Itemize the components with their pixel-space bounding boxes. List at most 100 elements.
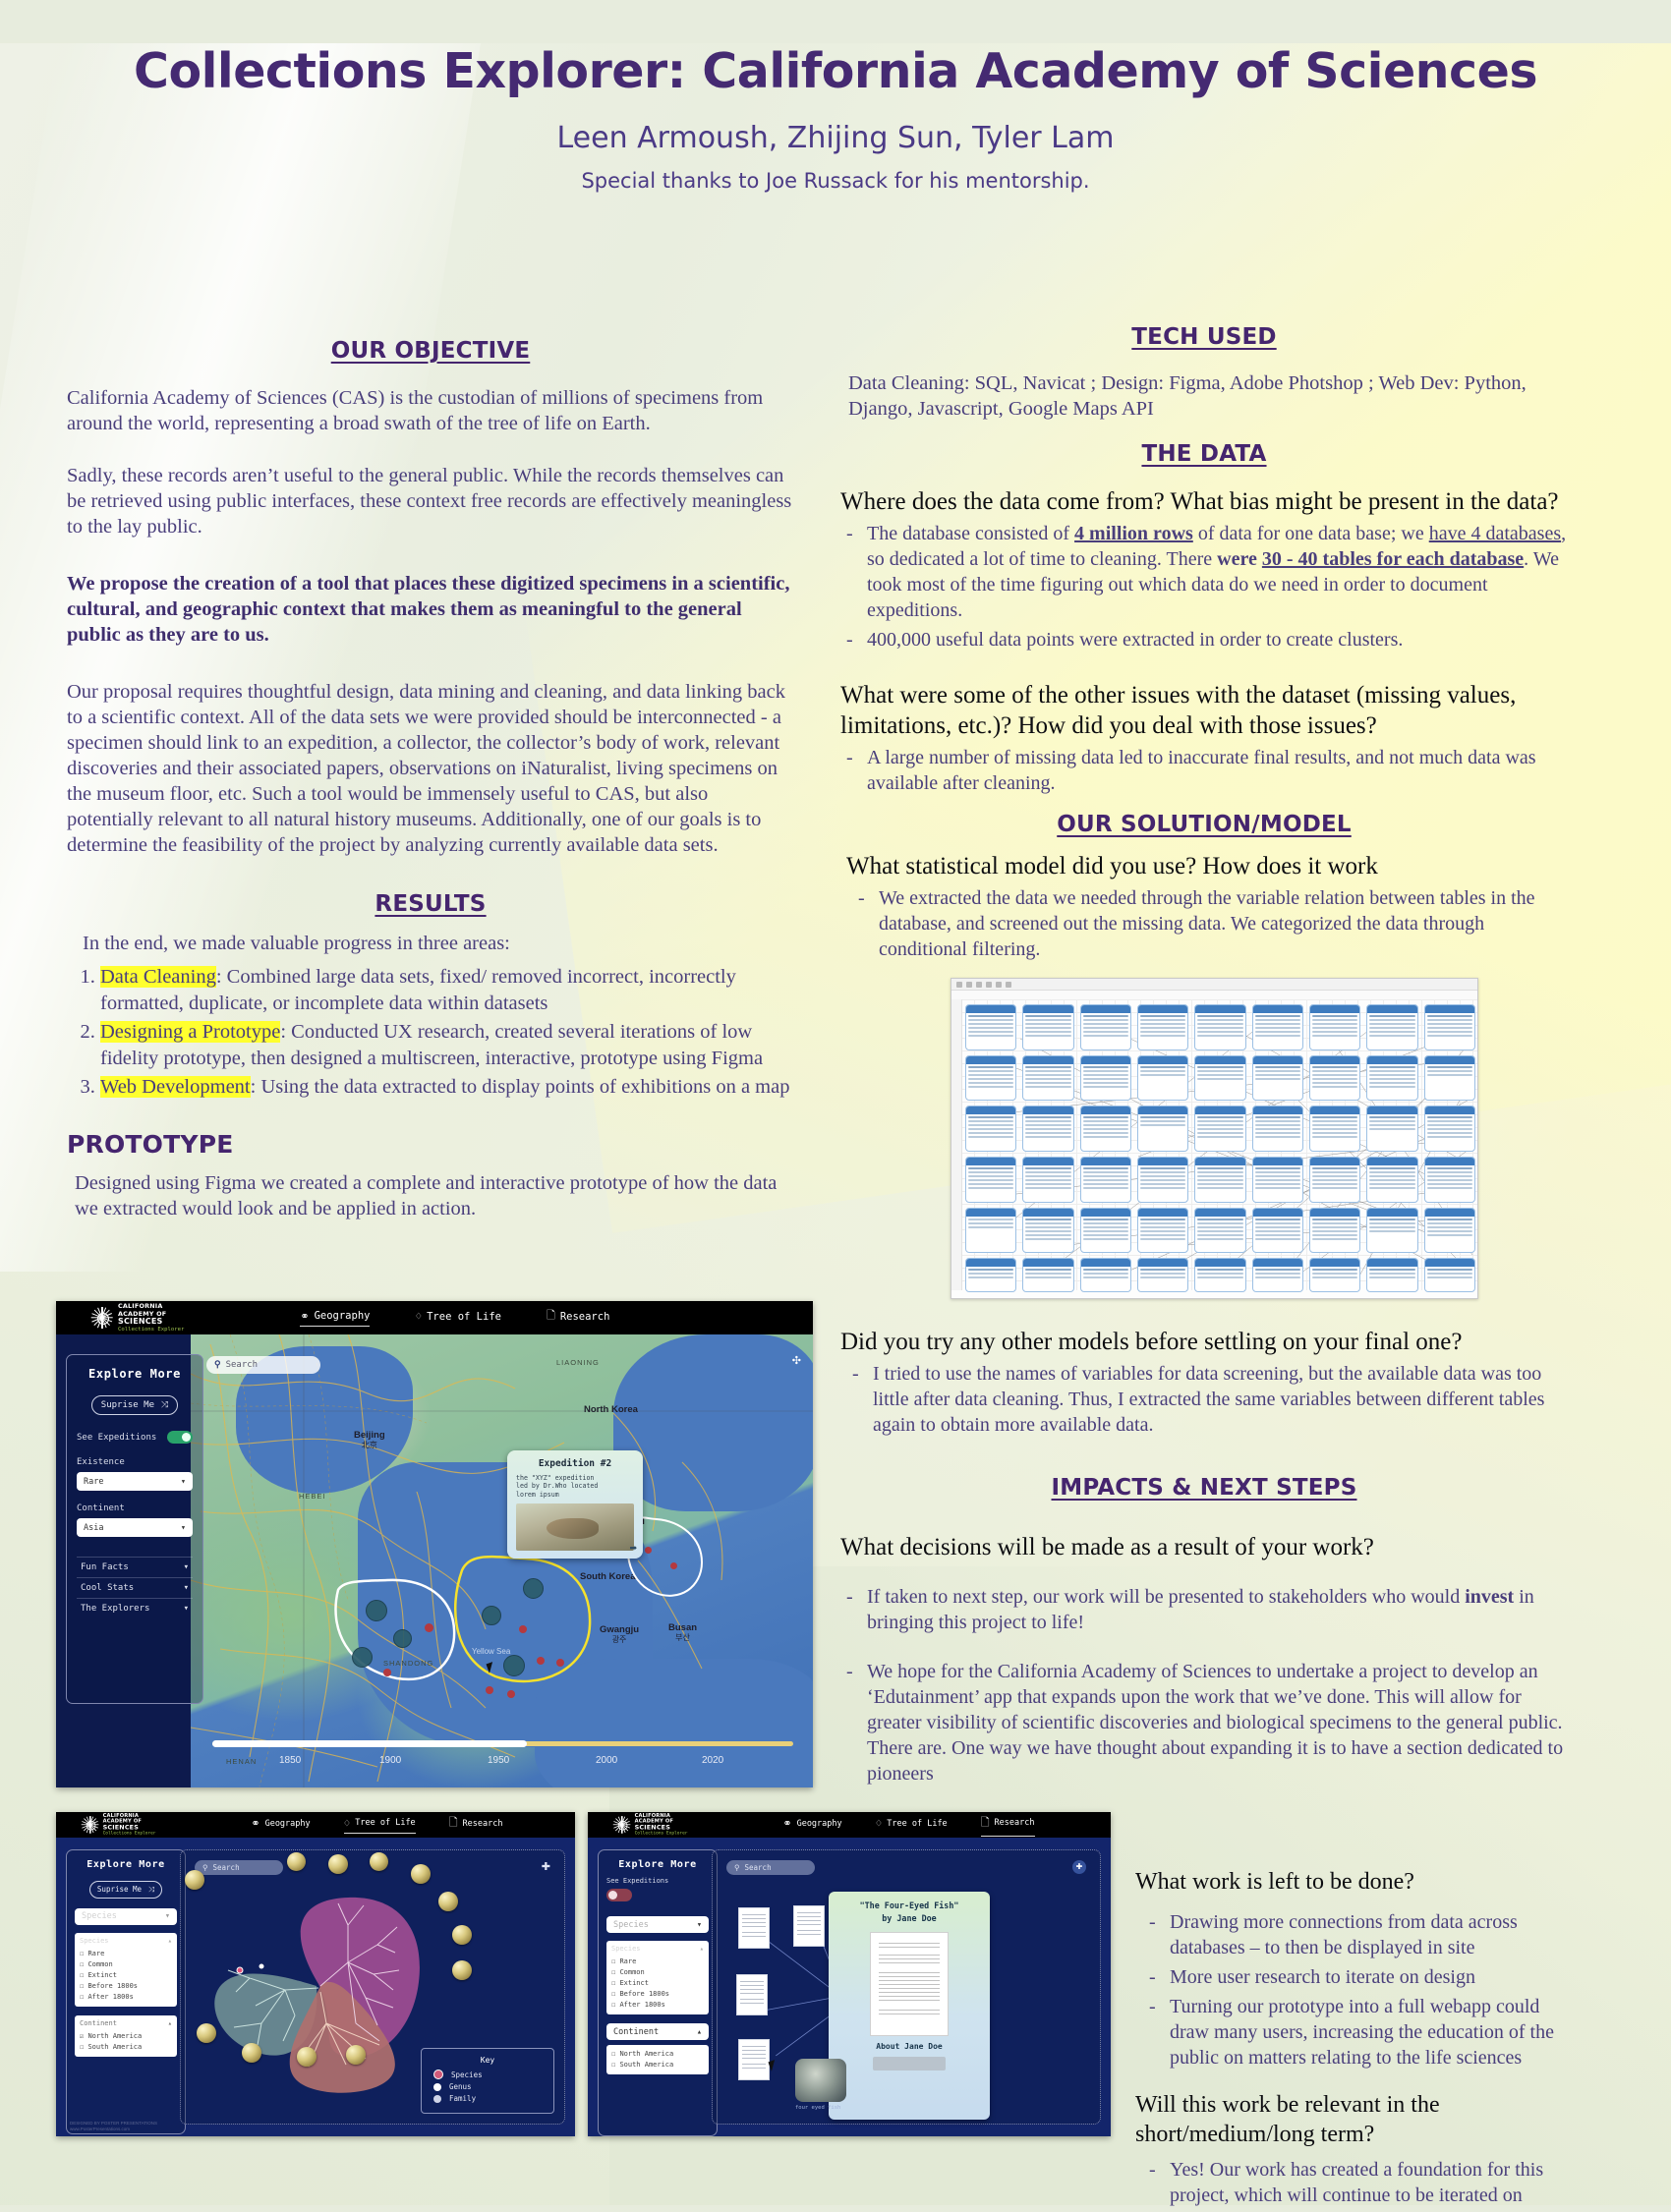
specimen-thumb[interactable]	[287, 1852, 306, 1871]
prototype-screenshot-geography[interactable]: CALIFORNIA ACADEMY OF SCIENCES Collectio…	[56, 1301, 813, 1787]
specimen-marker[interactable]	[486, 1686, 493, 1694]
nav-tab-tree-of-life[interactable]: ♢ Tree of Life	[343, 1817, 416, 1834]
checkbox-row[interactable]: ☐ After 1800s	[80, 1992, 172, 2003]
nav-tab-research[interactable]: 🗋 Research	[980, 1814, 1035, 1837]
continent-select[interactable]: Asia ▾	[77, 1518, 193, 1537]
cluster-marker[interactable]	[482, 1606, 501, 1625]
specimen-marker[interactable]	[507, 1690, 515, 1698]
tree-canvas[interactable]: ⚲ Search ✚ Key Species Genus Family	[180, 1849, 565, 2125]
checkbox-row[interactable]: ☐ After 1800s	[611, 2000, 704, 2011]
specimen-thumb[interactable]	[328, 1854, 348, 1874]
add-icon[interactable]: ✚	[542, 1860, 550, 1873]
section-heading-impacts: IMPACTS & NEXT STEPS	[1051, 1475, 1357, 1501]
checkbox-icon[interactable]: ☑	[80, 2032, 84, 2040]
checkbox-row[interactable]: ☐ Common	[611, 1967, 704, 1978]
cluster-marker[interactable]	[503, 1655, 525, 1676]
nav-tab-research[interactable]: 🗋 Research	[547, 1307, 609, 1329]
paper-thumb[interactable]	[736, 1974, 768, 2015]
filter-dropdown-open[interactable]: Species ▴ ☐ Rare ☐ Common ☐ Extinct ☐ Bef…	[606, 1941, 709, 2014]
specimen-thumb[interactable]	[438, 1892, 458, 1911]
paper-thumb[interactable]	[738, 1907, 770, 1949]
cas-logo: CALIFORNIA ACADEMY OF SCIENCES Collectio…	[612, 1813, 687, 1837]
nav-tab-tree-of-life[interactable]: ♢ Tree of Life	[415, 1310, 500, 1326]
filter-select[interactable]: Species ▾	[606, 1916, 709, 1933]
specimen-marker[interactable]	[670, 1562, 677, 1569]
checkbox-icon[interactable]: ☐	[80, 2043, 84, 2051]
specimen-thumb[interactable]	[346, 2045, 366, 2065]
checkbox-icon[interactable]: ☐	[611, 1979, 615, 1987]
search-input[interactable]: ⚲ Search	[195, 1860, 283, 1875]
checkbox-icon[interactable]: ☐	[80, 1993, 84, 2001]
checkbox-icon[interactable]: ☐	[80, 1950, 84, 1957]
checkbox-icon[interactable]: ☐	[80, 1982, 84, 1990]
remaining-work-list: Drawing more connections from data acros…	[1135, 1909, 1568, 2070]
checkbox-row[interactable]: ☐ South America	[611, 2060, 704, 2070]
specimen-thumb[interactable]	[452, 1925, 472, 1945]
existence-select[interactable]: Rare ▾	[77, 1472, 193, 1491]
paper-thumb[interactable]	[738, 2039, 770, 2080]
checkbox-row[interactable]: ☐ Common	[80, 1959, 172, 1970]
prototype-screenshot-research[interactable]: CALIFORNIA ACADEMY OF SCIENCES Collectio…	[588, 1812, 1111, 2136]
checkbox-row[interactable]: ☐ Rare	[80, 1949, 172, 1959]
accordion-fun-facts[interactable]: Fun Facts ▾	[77, 1557, 193, 1577]
paper-preview[interactable]	[870, 1932, 949, 2036]
specimen-detail-card[interactable]: "The Four-Eyed Fish" by Jane Doe About J…	[829, 1892, 990, 2120]
surprise-me-button[interactable]: Suprise Me ⤨	[90, 1395, 179, 1415]
timeline-slider[interactable]	[212, 1740, 793, 1747]
checkbox-row[interactable]: ☐ North America	[611, 2049, 704, 2060]
accordion-cool-stats[interactable]: Cool Stats ▾	[77, 1577, 193, 1598]
continent-select[interactable]: Continent ▴	[606, 2023, 709, 2040]
specimen-thumb[interactable]	[297, 2047, 317, 2067]
research-canvas[interactable]: ⚲ Search ✚ "The Four-Eyed Fish" by Jane …	[712, 1849, 1101, 2125]
cluster-marker[interactable]	[523, 1578, 544, 1599]
see-expeditions-toggle[interactable]	[167, 1431, 193, 1444]
checkbox-row[interactable]: ☐ Extinct	[611, 1978, 704, 1989]
specimen-marker[interactable]	[519, 1625, 527, 1633]
checkbox-icon[interactable]: ☐	[80, 1971, 84, 1979]
specimen-thumb[interactable]	[197, 2023, 216, 2043]
specimen-marker[interactable]	[645, 1547, 652, 1554]
specimen-thumb[interactable]	[242, 2043, 261, 2063]
expand-icon[interactable]: ➡	[629, 1543, 637, 1554]
specimen-marker[interactable]	[537, 1657, 545, 1665]
cluster-marker[interactable]	[352, 1647, 373, 1668]
checkbox-row[interactable]: ☐ Before 1800s	[80, 1981, 172, 1992]
surprise-me-button[interactable]: Suprise Me ⤨	[88, 1880, 163, 1899]
paper-thumb[interactable]	[793, 1905, 825, 1947]
checkbox-icon[interactable]: ☐	[611, 2061, 615, 2069]
checkbox-row[interactable]: ☑ North America	[80, 2031, 172, 2042]
nav-tab-geography[interactable]: ⚭ Geography	[251, 1817, 310, 1833]
nav-tab-geography[interactable]: ⚭ Geography	[782, 1817, 841, 1833]
cluster-marker[interactable]	[366, 1600, 387, 1621]
specimen-thumb[interactable]	[411, 1864, 431, 1884]
nav-tab-research[interactable]: 🗋 Research	[449, 1814, 503, 1836]
checkbox-icon[interactable]: ☐	[611, 2001, 615, 2009]
specimen-marker[interactable]	[383, 1669, 391, 1676]
checkbox-icon[interactable]: ☐	[80, 1960, 84, 1968]
specimen-marker[interactable]	[556, 1659, 564, 1667]
checkbox-icon[interactable]: ☐	[611, 1968, 615, 1976]
cluster-marker[interactable]	[393, 1629, 412, 1648]
checkbox-icon[interactable]: ☐	[611, 2050, 615, 2058]
checkbox-icon[interactable]: ☐	[611, 1957, 615, 1965]
checkbox-row[interactable]: ☐ South America	[80, 2042, 172, 2053]
checkbox-row[interactable]: ☐ Before 1800s	[611, 1989, 704, 2000]
checkbox-row[interactable]: ☐ Rare	[611, 1957, 704, 1967]
map-canvas[interactable]: ⚲ Search ✣ LIAONING HEBEI SHANDONG HENAN…	[191, 1334, 813, 1787]
prototype-screenshot-tree-of-life[interactable]: CALIFORNIA ACADEMY OF SCIENCES Collectio…	[56, 1812, 575, 2136]
nav-tab-tree-of-life[interactable]: ♢ Tree of Life	[876, 1817, 948, 1833]
nav-tab-geography[interactable]: ⚭ Geography	[300, 1310, 371, 1327]
filter-select[interactable]: Species ▾	[75, 1907, 177, 1925]
specimen-thumb[interactable]	[370, 1852, 388, 1871]
specimen-photo[interactable]	[795, 2059, 846, 2102]
expedition-popup[interactable]: Expedition #2 the "XYZ" expedition led b…	[507, 1450, 643, 1560]
accordion-the-explorers[interactable]: The Explorers ▾	[77, 1598, 193, 1618]
filter-dropdown-open[interactable]: Species ▴ ☐ Rare ☐ Common ☐ Extinct ☐ Bef…	[75, 1932, 177, 2007]
specimen-thumb[interactable]	[452, 1960, 472, 1980]
checkbox-icon[interactable]: ☐	[611, 1990, 615, 1998]
checkbox-row[interactable]: ☐ Extinct	[80, 1970, 172, 1981]
see-expeditions-toggle[interactable]	[606, 1889, 632, 1901]
continent-dropdown-open[interactable]: Continent ▴ ☑ North America ☐ South Ameri…	[75, 2014, 177, 2057]
specimen-marker[interactable]	[425, 1623, 433, 1632]
specimen-thumb[interactable]	[185, 1870, 204, 1890]
